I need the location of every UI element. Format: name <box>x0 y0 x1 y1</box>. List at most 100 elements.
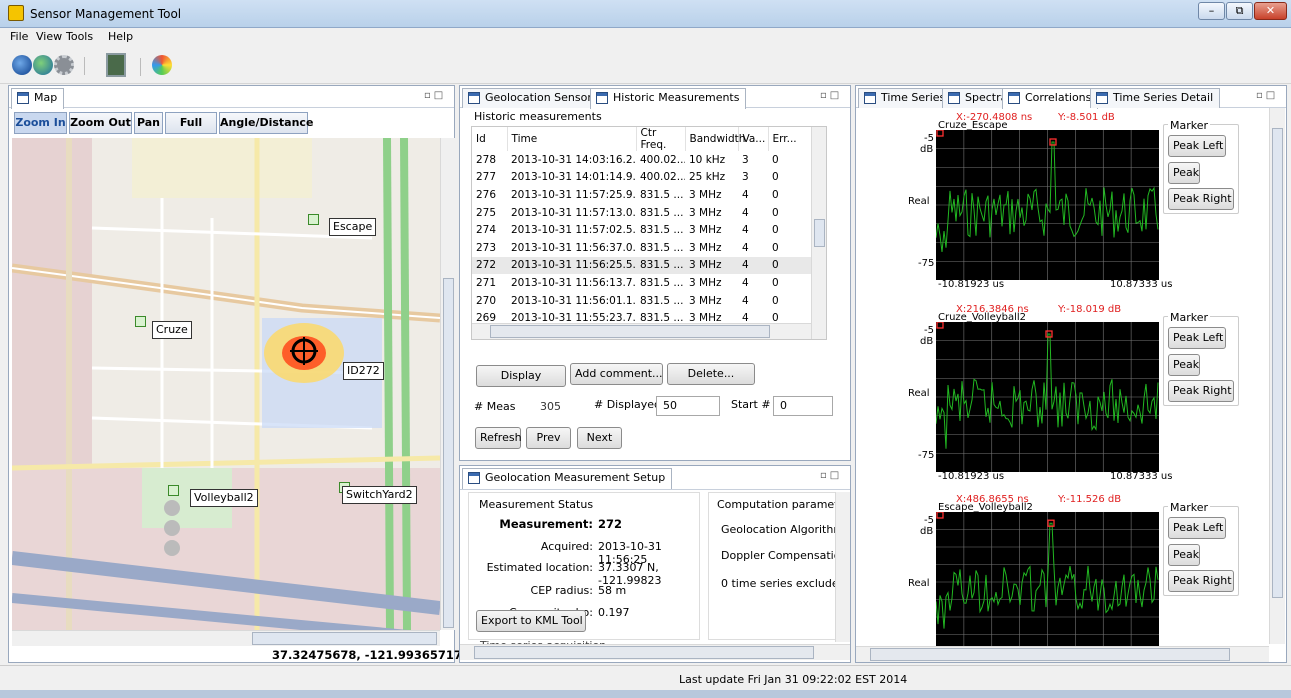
table-row[interactable]: 277 2013-10-31 14:01:14.9... 400.02... 25 k… <box>472 169 812 187</box>
table-row[interactable]: 270 2013-10-31 11:56:01.1... 831.5 ... 3 MH… <box>472 292 812 310</box>
correlations-horizontal-scrollbar[interactable] <box>856 646 1269 662</box>
prev-button[interactable]: Prev <box>526 427 571 449</box>
panel-min-max-icon[interactable]: ▫□ <box>424 90 446 101</box>
scroll-thumb[interactable] <box>490 325 770 338</box>
column-header[interactable]: Err... <box>768 127 813 151</box>
tab-geolocation-setup[interactable]: Geolocation Measurement Setup <box>462 468 673 489</box>
table-row[interactable]: 272 2013-10-31 11:56:25.5... 831.5 ... 3 MH… <box>472 256 812 275</box>
correlation-plot[interactable] <box>935 321 1159 472</box>
scroll-thumb[interactable] <box>443 278 454 628</box>
table-row[interactable]: 275 2013-10-31 11:57:13.0... 831.5 ... 3 MH… <box>472 204 812 222</box>
menu-view[interactable]: View <box>36 30 62 43</box>
scroll-thumb[interactable] <box>252 632 437 645</box>
sensor-escape-icon[interactable] <box>308 214 319 225</box>
close-button[interactable]: ✕ <box>1254 2 1287 20</box>
correlations-vertical-scrollbar[interactable] <box>1269 108 1285 644</box>
globe-green-icon[interactable] <box>33 55 53 75</box>
table-cell: 4 <box>742 206 749 219</box>
column-header[interactable]: Id <box>472 127 508 151</box>
calculator-icon[interactable] <box>106 53 126 77</box>
y-top-label: -5 <box>924 133 934 144</box>
minimize-button[interactable]: – <box>1198 2 1225 20</box>
peak-left-button[interactable]: Peak Left <box>1168 327 1226 349</box>
marker-y-readout: Y:-8.501 dB <box>1058 112 1115 123</box>
peak-left-button[interactable]: Peak Left <box>1168 517 1226 539</box>
tab-time-series-detail[interactable]: Time Series Detail <box>1090 88 1221 108</box>
correlation-plot[interactable] <box>935 511 1159 652</box>
tab-label: Geolocation Measurement Setup <box>485 471 666 484</box>
table-row[interactable]: 276 2013-10-31 11:57:25.9... 831.5 ... 3 MH… <box>472 186 812 204</box>
next-button[interactable]: Next <box>577 427 622 449</box>
map-horizontal-scrollbar[interactable] <box>12 630 440 646</box>
table-horizontal-scrollbar[interactable] <box>472 323 811 339</box>
setup-horizontal-scrollbar[interactable] <box>460 644 850 660</box>
table-cell: 2013-10-31 11:56:25.5... <box>511 259 636 272</box>
history-header: Geolocation Sensors Historic Measurement… <box>460 86 850 109</box>
table-cell: 276 <box>476 188 497 201</box>
marker-title: Marker <box>1168 501 1211 514</box>
refresh-button[interactable]: Refresh <box>475 427 522 449</box>
column-header[interactable]: Bandwidth <box>685 127 745 151</box>
table-vertical-scrollbar[interactable] <box>811 127 826 339</box>
table-row[interactable]: 271 2013-10-31 11:56:13.7... 831.5 ... 3 MH… <box>472 274 812 292</box>
delete-button[interactable]: Delete... <box>667 363 755 385</box>
correlation-plot[interactable] <box>935 129 1159 280</box>
table-row[interactable]: 278 2013-10-31 14:03:16.2... 400.02... 10 k… <box>472 151 812 169</box>
tab-map[interactable]: Map <box>11 88 65 109</box>
zoom-in-button[interactable]: Zoom In <box>14 112 67 134</box>
scroll-thumb[interactable] <box>814 219 825 247</box>
add-comment-button[interactable]: Add comment... <box>570 363 663 385</box>
map-canvas[interactable]: Escape Cruze ID272 Volleyball2 SwitchYar… <box>12 138 440 630</box>
column-header[interactable]: Va... <box>738 127 769 151</box>
zoom-out-button[interactable]: Zoom Out <box>69 112 132 134</box>
angle-distance-button[interactable]: Angle/Distance <box>219 112 313 134</box>
peak-right-button[interactable]: Peak Right <box>1168 570 1234 592</box>
peak-right-button[interactable]: Peak Right <box>1168 380 1234 402</box>
y-top-label: -5 <box>924 515 934 526</box>
panel-min-max-icon[interactable]: ▫□ <box>1256 90 1278 101</box>
tab-label: Spectra <box>965 91 1008 104</box>
acquired-label: Acquired: <box>540 540 593 553</box>
menu-help[interactable]: Help <box>108 30 133 43</box>
setup-vertical-scrollbar[interactable] <box>835 492 850 642</box>
tab-time-series[interactable]: Time Series <box>858 88 953 108</box>
menu-tools[interactable]: Tools <box>66 30 93 43</box>
pan-button[interactable]: Pan <box>134 112 163 134</box>
display-button[interactable]: Display <box>476 365 566 387</box>
table-row[interactable]: 274 2013-10-31 11:57:02.5... 831.5 ... 3 MH… <box>472 221 812 239</box>
scroll-thumb[interactable] <box>474 646 814 659</box>
tab-geolocation-sensors[interactable]: Geolocation Sensors <box>462 88 605 108</box>
scroll-thumb[interactable] <box>870 648 1230 661</box>
menu-file[interactable]: File <box>10 30 28 43</box>
table-cell: 0 <box>772 188 779 201</box>
peak-button[interactable]: Peak <box>1168 544 1200 566</box>
column-header[interactable]: Time <box>507 127 637 151</box>
table-cell: 831.5 ... <box>640 224 684 237</box>
peak-right-button[interactable]: Peak Right <box>1168 188 1234 210</box>
start-input[interactable]: 0 <box>773 396 833 416</box>
map-vertical-scrollbar[interactable] <box>440 138 456 630</box>
restore-button[interactable]: ⧉ <box>1226 2 1253 20</box>
color-wheel-icon[interactable] <box>152 55 172 75</box>
panel-min-max-icon[interactable]: ▫□ <box>820 90 842 101</box>
full-map-button[interactable]: Full Map <box>165 112 217 149</box>
sensor-volleyball-icon[interactable] <box>168 485 179 496</box>
plot-pair-name: Cruze_Volleyball2 <box>938 312 1027 323</box>
y-unit-label: dB <box>920 526 934 537</box>
table-cell: 4 <box>742 188 749 201</box>
tab-correlations[interactable]: Correlations <box>1002 88 1099 109</box>
table-row[interactable]: 273 2013-10-31 11:56:37.0... 831.5 ... 3 MH… <box>472 239 812 257</box>
column-header[interactable]: Ctr Freq. <box>636 127 686 151</box>
displayed-input[interactable]: 50 <box>656 396 720 416</box>
tab-historic-measurements[interactable]: Historic Measurements <box>590 88 747 109</box>
gear-icon[interactable] <box>54 55 74 75</box>
panel-min-max-icon[interactable]: ▫□ <box>820 470 842 481</box>
peak-button[interactable]: Peak <box>1168 354 1200 376</box>
sensor-cruze-icon[interactable] <box>135 316 146 327</box>
scroll-thumb[interactable] <box>1272 128 1283 598</box>
peak-left-button[interactable]: Peak Left <box>1168 135 1226 157</box>
globe-blue-icon[interactable] <box>12 55 32 75</box>
export-kml-button[interactable]: Export to KML Tool <box>476 610 586 632</box>
cep-value: 58 m <box>598 584 627 597</box>
peak-button[interactable]: Peak <box>1168 162 1200 184</box>
